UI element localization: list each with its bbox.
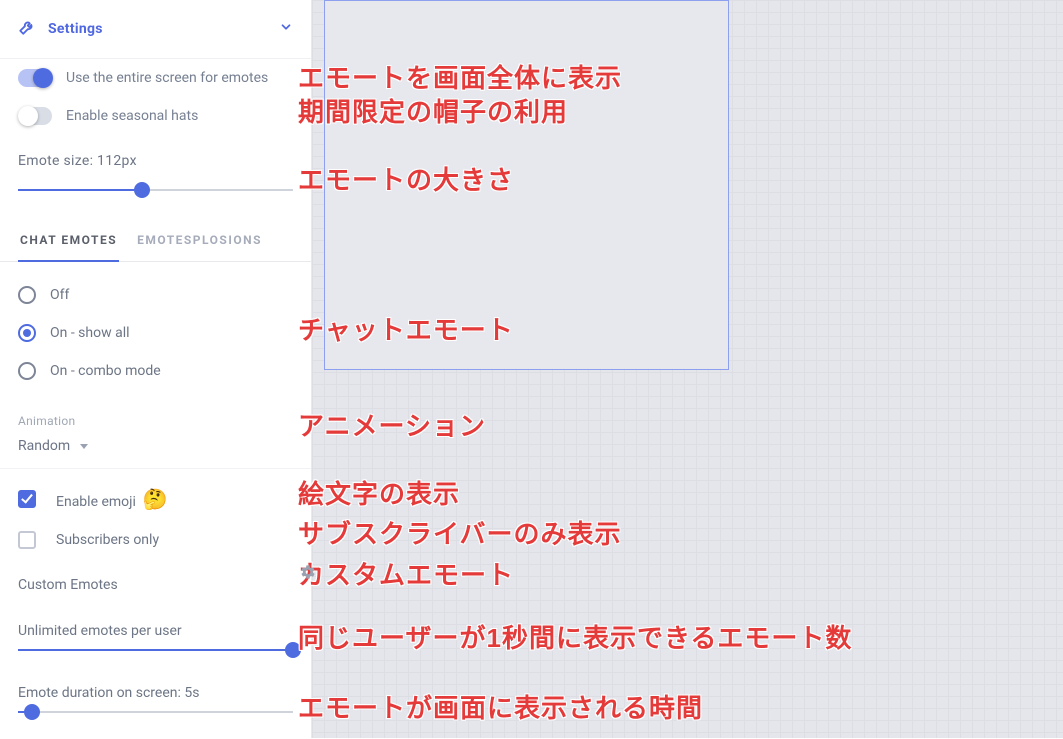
settings-title: Settings [48,21,103,37]
check-subs-only-row: Subscribers only [0,521,311,559]
check-enable-emoji-row: Enable emoji 🤔 [0,477,311,521]
emote-size-label: Emote size: 112px [0,135,311,179]
emote-size-slider[interactable] [0,189,311,217]
radio-off[interactable]: Off [18,276,293,314]
custom-emotes-heading-row: Custom Emotes [0,559,311,601]
annotation-duration: エモートが画面に表示される時間 [298,688,703,725]
animation-value: Random [18,438,70,454]
dropdown-icon [80,444,88,449]
wrench-icon [18,18,36,40]
animation-heading: Animation [0,396,311,432]
radio-show-all-label: On - show all [50,325,130,341]
chat-emotes-radio-group: Off On - show all On - combo mode [0,262,311,396]
annotation-subs-only: サブスクライバーのみ表示 [298,514,621,551]
check-subs-only[interactable] [18,531,36,549]
annotation-enable-emoji: 絵文字の表示 [298,474,460,511]
per-user-slider[interactable] [0,649,311,677]
check-enable-emoji-label: Enable emoji [56,494,136,510]
chevron-down-icon [279,20,293,38]
annotation-per-user: 同じユーザーが1秒間に表示できるエモート数 [298,618,852,655]
toggle-entire-screen-row: Use the entire screen for emotes [0,59,311,97]
tabs: CHAT EMOTES EMOTESPLOSIONS [0,217,311,262]
annotation-entire-screen: エモートを画面全体に表示 [298,58,622,95]
tab-emotesplosions[interactable]: EMOTESPLOSIONS [127,217,272,261]
check-enable-emoji[interactable] [18,490,36,508]
tab-chat-emotes[interactable]: CHAT EMOTES [10,217,127,261]
check-subs-only-label: Subscribers only [56,532,159,548]
toggle-seasonal-hats-row: Enable seasonal hats [0,97,311,135]
annotation-animation: アニメーション [298,406,486,443]
radio-show-all[interactable]: On - show all [18,314,293,352]
toggle-seasonal-hats-label: Enable seasonal hats [66,108,198,124]
custom-emotes-heading: Custom Emotes [18,577,118,593]
thinking-face-icon: 🤔 [143,487,168,511]
toggle-seasonal-hats[interactable] [18,107,52,125]
duration-label: Emote duration on screen: 5s [0,677,311,701]
toggle-entire-screen[interactable] [18,69,52,87]
annotation-seasonal-hats: 期間限定の帽子の利用 [298,92,568,129]
toggle-entire-screen-label: Use the entire screen for emotes [66,70,268,86]
annotation-custom-emotes: カスタムエモート [298,555,514,592]
radio-off-label: Off [50,287,69,303]
settings-header[interactable]: Settings [0,0,311,59]
annotation-emote-size: エモートの大きさ [298,160,514,197]
gear-icon[interactable] [300,564,316,584]
annotation-chat-emotes: チャットエモート [298,310,514,347]
radio-combo[interactable]: On - combo mode [18,352,293,390]
duration-slider[interactable] [0,711,311,739]
radio-combo-label: On - combo mode [50,363,161,379]
per-user-label: Unlimited emotes per user [0,601,311,639]
settings-sidebar: Settings Use the entire screen for emote… [0,0,312,738]
animation-select[interactable]: Random [0,432,311,469]
